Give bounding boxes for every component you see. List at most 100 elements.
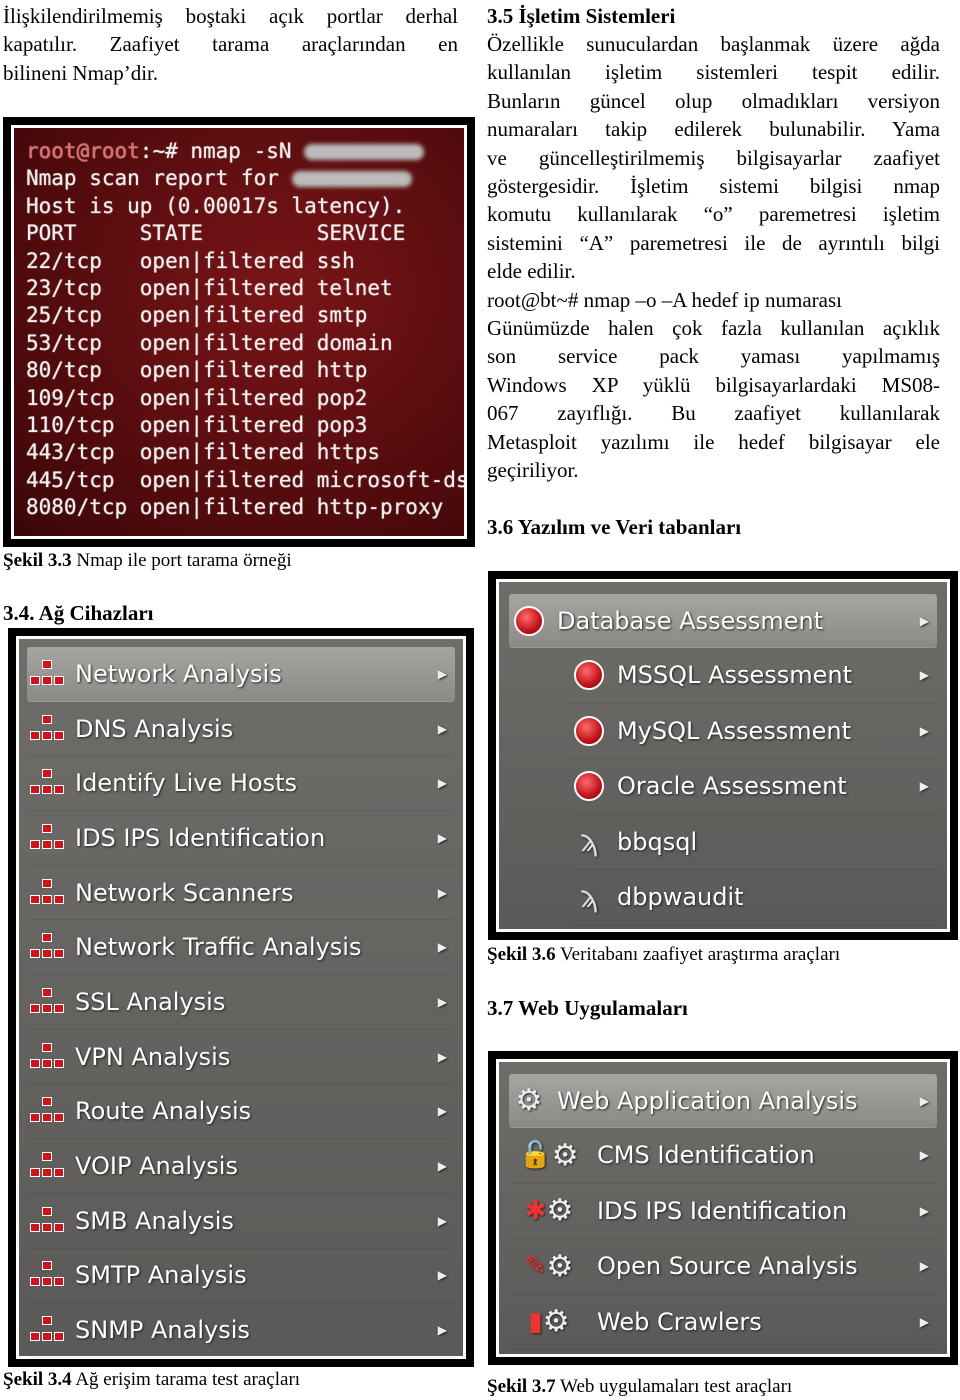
text-line: kullanılan işletim sistemleri tespit edi… — [487, 60, 940, 85]
network-icon — [27, 876, 67, 910]
menu-item-label: Network Traffic Analysis — [75, 933, 362, 962]
menu-item-identify-live-hosts[interactable]: Identify Live Hosts ▶ — [27, 756, 455, 812]
tool-icons: ✎ ⚙ — [509, 1249, 589, 1284]
menu-item-dns-analysis[interactable]: DNS Analysis ▶ — [27, 702, 455, 757]
wrench-icon: ✎ — [524, 1251, 547, 1282]
database-icon — [569, 714, 609, 748]
menu-item-mssql-assessment[interactable]: MSSQL Assessment ▶ — [569, 648, 937, 704]
redacted-ip — [304, 144, 425, 160]
terminal-line: 53/tcp open|filtered domain — [26, 330, 393, 355]
terminal-line: 80/tcp open|filtered http — [26, 358, 368, 383]
caption-text: Ağ erişim tarama test araçları — [71, 1369, 301, 1390]
menu-item-ids-ips-identification[interactable]: ✱ ⚙ IDS IPS Identification ▶ — [509, 1184, 937, 1239]
terminal-prompt: root@root — [26, 139, 140, 163]
chevron-right-icon: ▶ — [437, 721, 447, 736]
menu-item-ids-ips-identification[interactable]: IDS IPS Identification ▶ — [27, 811, 455, 866]
network-icon — [27, 712, 67, 746]
database-icon-shape — [574, 771, 604, 802]
redacted-ip — [291, 171, 412, 188]
menu-item-label: dbpwaudit — [617, 883, 744, 912]
menu-item-label: Route Analysis — [75, 1097, 252, 1126]
network-icon — [27, 766, 67, 800]
section-heading-3-7: 3.7 Web Uygulamaları — [487, 996, 688, 1020]
menu-item-label: Network Analysis — [75, 659, 282, 688]
network-icon — [27, 657, 67, 691]
menu-item-label: CMS Identification — [597, 1141, 815, 1170]
menu-item-label: SMB Analysis — [75, 1206, 234, 1235]
menu-item-label: DNS Analysis — [75, 714, 234, 743]
database-icon-shape — [574, 660, 604, 691]
menu-item-label: VOIP Analysis — [75, 1152, 238, 1181]
chevron-right-icon: ▶ — [437, 940, 447, 955]
book-icon: ▮ — [528, 1306, 543, 1337]
text-line: komutu kullanılarak “o” paremetresi işle… — [487, 202, 940, 227]
menu-item-smb-analysis[interactable]: SMB Analysis ▶ — [27, 1194, 455, 1249]
chevron-right-icon: ▶ — [919, 1203, 929, 1218]
text-line: numaraları takip edilerek bulunabilir. Y… — [487, 117, 940, 142]
menu-item-cms-identification[interactable]: 🔓 ⚙ CMS Identification ▶ — [509, 1128, 937, 1184]
menu-item-label: SSL Analysis — [75, 987, 226, 1016]
chevron-right-icon: ▶ — [437, 994, 447, 1009]
terminal-output: root@root:~# nmap -sN Nmap scan report f… — [14, 128, 464, 536]
menu-item-dbpwaudit[interactable]: ϡ dbpwaudit — [569, 870, 937, 926]
lock-icon: 🔓 — [519, 1140, 552, 1171]
chevron-right-icon: ▶ — [919, 668, 929, 683]
menu-item-voip-analysis[interactable]: VOIP Analysis ▶ — [27, 1139, 455, 1194]
database-icon-shape — [514, 605, 544, 636]
menu-item-open-source-analysis[interactable]: ✎ ⚙ Open Source Analysis ▶ — [509, 1239, 937, 1295]
menu-item-label: SMTP Analysis — [75, 1261, 247, 1290]
section-heading-3-6: 3.6 Yazılım ve Veri tabanları — [487, 515, 742, 539]
menu-item-web-application-analysis[interactable]: ⚙ Web Application Analysis ▶ — [509, 1074, 937, 1128]
menu-item-label: IDS IPS Identification — [597, 1196, 848, 1225]
menu-item-snmp-analysis[interactable]: SNMP Analysis ▶ — [27, 1303, 455, 1358]
terminal-line: 109/tcp open|filtered pop2 — [26, 385, 368, 410]
caption-text: Nmap ile port tarama örneği — [71, 550, 292, 571]
text-line: geçiriliyor. — [487, 458, 579, 483]
text-line: Günümüzde halen çok fazla kullanılan açı… — [487, 316, 940, 341]
menu-item-web-crawlers[interactable]: ▮ ⚙ Web Crawlers ▶ — [509, 1295, 937, 1350]
network-icon — [27, 985, 67, 1019]
text-line: elde edilir. — [487, 259, 576, 284]
dragon-icon: ϡ — [579, 824, 599, 860]
figure-caption-3-7: Şekil 3.7 Web uygulamaları test araçları — [487, 1375, 792, 1399]
chevron-right-icon: ▶ — [919, 1259, 929, 1274]
menu-item-vpn-analysis[interactable]: VPN Analysis ▶ — [27, 1030, 455, 1085]
chevron-right-icon: ▶ — [437, 776, 447, 791]
gear-icon: ⚙ — [515, 1083, 543, 1118]
database-icon — [509, 604, 549, 638]
text-line: bilineni Nmap’dir. — [3, 60, 159, 85]
menu-item-network-scanners[interactable]: Network Scanners ▶ — [27, 866, 455, 921]
tool-icons: ✱ ⚙ — [509, 1193, 589, 1228]
menu-item-oracle-assessment[interactable]: Oracle Assessment ▶ — [569, 759, 937, 815]
terminal-command: :~# nmap -sN — [139, 139, 305, 163]
caption-label: Şekil 3.6 — [487, 944, 556, 965]
menu-item-label: Web Crawlers — [597, 1307, 762, 1336]
menu-item-ssl-analysis[interactable]: SSL Analysis ▶ — [27, 975, 455, 1030]
menu-item-network-analysis[interactable]: Network Analysis ▶ — [27, 647, 455, 702]
menu-item-network-traffic-analysis[interactable]: Network Traffic Analysis ▶ — [27, 920, 455, 976]
menu-item-bbqsql[interactable]: ϡ bbqsql — [569, 815, 937, 870]
chevron-right-icon: ▶ — [437, 1268, 447, 1283]
chevron-right-icon: ▶ — [919, 1093, 929, 1108]
chevron-right-icon: ▶ — [437, 1104, 447, 1119]
network-icon — [27, 1094, 67, 1128]
network-icon — [27, 1204, 67, 1238]
caption-text: Web uygulamaları test araçları — [555, 1376, 793, 1397]
menu-item-label: bbqsql — [617, 827, 698, 856]
caption-label: Şekil 3.3 — [3, 550, 72, 571]
tool-icons: ▮ ⚙ — [509, 1304, 589, 1339]
section-3-5-body: Özellikle sunuculardan başlanmak üzere a… — [487, 30, 940, 485]
menu-item-smtp-analysis[interactable]: SMTP Analysis ▶ — [27, 1249, 455, 1304]
text-line: 067 zayıflığı. Bu zaafiyet kullanılarak — [487, 401, 940, 426]
intro-paragraph: İlişkilendirilmemiş boştaki açık portlar… — [3, 2, 458, 87]
network-analysis-menu-figure: Network Analysis ▶ DNS Analysis ▶ Identify L… — [8, 628, 474, 1367]
menu-item-mysql-assessment[interactable]: MySQL Assessment ▶ — [569, 704, 937, 759]
network-icon — [27, 1258, 67, 1292]
terminal-line: 25/tcp open|filtered smtp — [26, 303, 368, 328]
menu-item-database-assessment[interactable]: Database Assessment ▶ — [509, 594, 937, 648]
menu-item-label: Network Scanners — [75, 878, 294, 907]
network-icon — [27, 821, 67, 855]
text-line: sistemini “A” paremetresi ile de ayrıntı… — [487, 230, 940, 255]
menu-item-label: Open Source Analysis — [597, 1252, 858, 1281]
menu-item-route-analysis[interactable]: Route Analysis ▶ — [27, 1085, 455, 1140]
